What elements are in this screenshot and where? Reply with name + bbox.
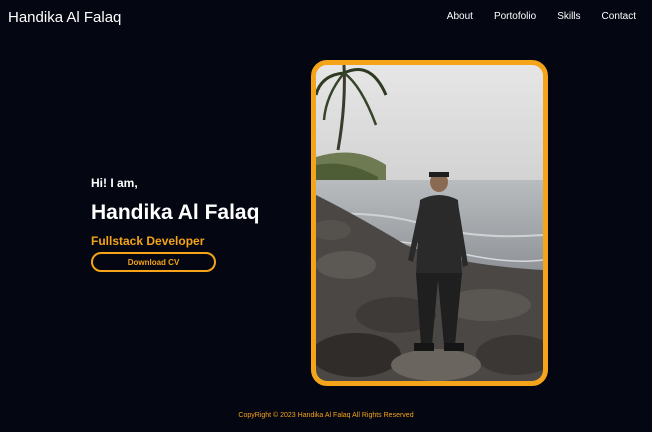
nav-link-portofolio[interactable]: Portofolio bbox=[494, 11, 536, 22]
footer-copyright: CopyRight © 2023 Handika Al Falaq All Ri… bbox=[238, 412, 414, 419]
hero-role: Fullstack Developer bbox=[91, 234, 205, 248]
hero-name: Handika Al Falaq bbox=[91, 201, 260, 224]
top-nav: About Portofolio Skills Contact bbox=[426, 11, 636, 22]
hero-greeting: Hi! I am, bbox=[91, 176, 138, 190]
nav-link-about[interactable]: About bbox=[447, 11, 473, 22]
profile-photo-image bbox=[316, 65, 543, 381]
profile-photo bbox=[311, 60, 548, 386]
download-cv-button[interactable]: Download CV bbox=[91, 252, 216, 272]
nav-link-contact[interactable]: Contact bbox=[602, 11, 636, 22]
page: Handika Al Falaq About Portofolio Skills… bbox=[0, 0, 652, 432]
brand-logo[interactable]: Handika Al Falaq bbox=[8, 9, 121, 26]
nav-link-skills[interactable]: Skills bbox=[557, 11, 580, 22]
